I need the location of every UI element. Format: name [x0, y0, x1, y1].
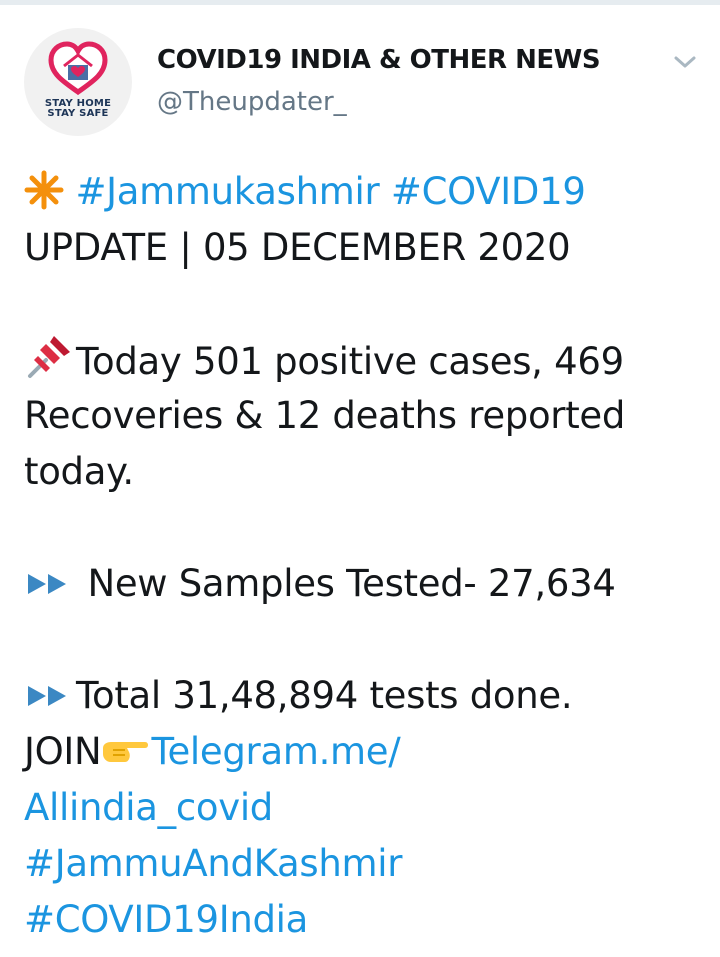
tweet-header: STAY HOME STAY SAFE COVID19 INDIA & OTHE…: [24, 28, 696, 138]
backhand-index-pointing-right-icon: [103, 742, 149, 762]
telegram-link-part1[interactable]: Telegram.me/: [151, 730, 400, 773]
eight-spoked-asterisk-icon: [24, 170, 64, 210]
heart-house-icon: [48, 41, 108, 96]
hashtag-jammuandkashmir-line: #JammuAndKashmir: [24, 836, 704, 892]
join-text: JOIN: [24, 730, 102, 773]
display-name[interactable]: COVID19 INDIA & OTHER NEWS: [157, 44, 601, 76]
hashtag-jammuandkashmir[interactable]: #JammuAndKashmir: [24, 842, 402, 885]
hashtag-covid19india[interactable]: #COVID19India: [24, 898, 308, 941]
pushpin-icon: [28, 336, 70, 378]
samples-line: New Samples Tested- 27,634: [24, 556, 704, 612]
tweet-text: #Jammukashmir #COVID19 UPDATE | 05 DECEM…: [24, 164, 704, 948]
fast-forward-icon: [28, 574, 66, 594]
telegram-link-part2[interactable]: Allindia_covid: [24, 786, 273, 829]
telegram-link-line: Allindia_covid: [24, 780, 704, 836]
cases-text-1: Today 501 positive cases, 469: [76, 340, 624, 383]
chevron-down-icon[interactable]: [672, 52, 698, 72]
join-line: JOIN Telegram.me/: [24, 724, 704, 780]
total-text: Total 31,48,894 tests done.: [76, 674, 573, 717]
hashtag-covid19[interactable]: #COVID19: [391, 170, 586, 213]
user-handle[interactable]: @Theupdater_: [157, 86, 600, 118]
author-block: COVID19 INDIA & OTHER NEWS @Theupdater_: [157, 44, 601, 118]
cases-line-2: Recoveries & 12 deaths reported: [24, 394, 626, 437]
total-line: Total 31,48,894 tests done.: [24, 668, 704, 724]
update-line: UPDATE | 05 DECEMBER 2020: [24, 226, 571, 269]
hashtag-line: #Jammukashmir #COVID19: [24, 164, 704, 220]
avatar[interactable]: STAY HOME STAY SAFE: [24, 28, 132, 136]
tweet: STAY HOME STAY SAFE COVID19 INDIA & OTHE…: [0, 0, 720, 957]
hashtag-covid19india-line: #COVID19India: [24, 892, 704, 948]
avatar-text-line2: STAY SAFE: [47, 108, 109, 119]
hashtag-jammukashmir[interactable]: #Jammukashmir: [75, 170, 379, 213]
cases-line-3: today.: [24, 450, 134, 493]
fast-forward-icon: [28, 686, 66, 706]
cases-line-1: Today 501 positive cases, 469: [24, 332, 704, 388]
samples-text: New Samples Tested- 27,634: [76, 562, 616, 605]
